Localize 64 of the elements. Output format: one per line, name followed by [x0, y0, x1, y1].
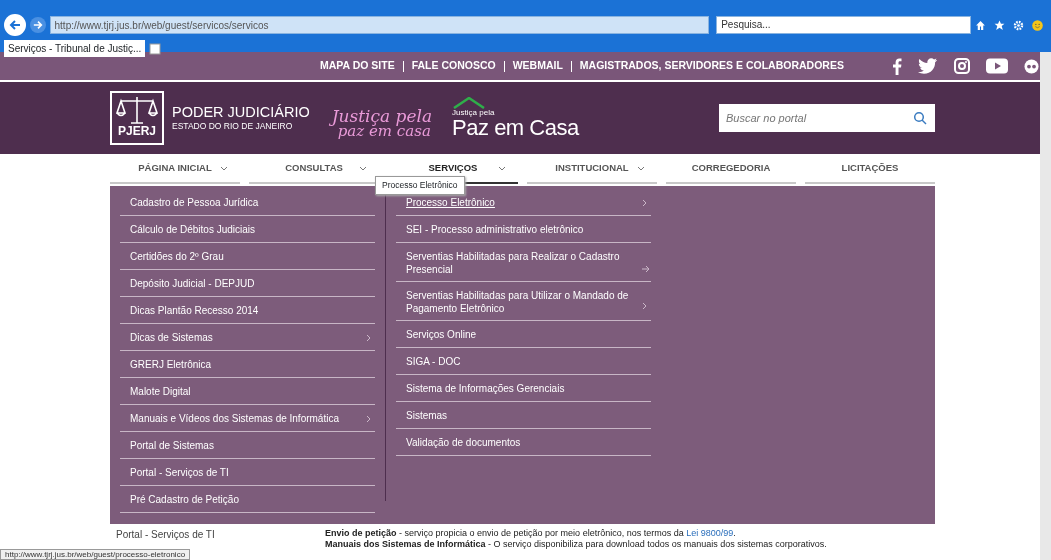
peace-logo: Justiça pela Paz em Casa	[452, 97, 579, 139]
two-dots-icon[interactable]	[1023, 58, 1039, 74]
menu-item[interactable]: Certidões do 2º Grau	[120, 243, 375, 270]
menu-item[interactable]: GRERJ Eletrônica	[120, 351, 375, 378]
top-link[interactable]: MAGISTRADOS, SERVIDORES E COLABORADORES	[579, 58, 844, 74]
menu-item[interactable]: SEI - Processo administrativo eletrônico	[396, 216, 651, 243]
settings-icon[interactable]	[1013, 19, 1024, 31]
campaign-logo: Justiça pela paz em casa	[331, 105, 433, 139]
menu-item[interactable]: Processo Eletrônico	[396, 189, 651, 216]
menu-item[interactable]: Sistema de Informações Gerenciais	[396, 375, 651, 402]
camera-icon[interactable]	[953, 58, 970, 74]
nav-tab[interactable]: PÁGINA INICIAL	[110, 154, 240, 184]
top-link[interactable]: FALE CONOSCO	[411, 58, 496, 74]
top-link[interactable]: WEBMAIL	[512, 58, 563, 74]
menu-item[interactable]: Dicas Plantão Recesso 2014	[120, 297, 375, 324]
menu-item[interactable]: Sistemas	[396, 402, 651, 429]
address-text: http://www.tjrj.jus.br/web/guest/servicos/servicos	[54, 18, 269, 33]
tooltip: Processo Eletrônico	[375, 176, 465, 195]
menu-item[interactable]: Portal - Serviços de TI	[120, 459, 375, 486]
forward-button[interactable]	[29, 17, 46, 33]
portal-search-field[interactable]: Buscar no portal	[719, 104, 935, 132]
site-subtitle: ESTADO DO RIO DE JANEIRO	[172, 119, 294, 133]
new-tab-icon[interactable]	[149, 42, 162, 55]
star-icon[interactable]	[994, 19, 1005, 31]
menu-item[interactable]: Depósito Judicial - DEPJUD	[120, 270, 375, 297]
search-icon[interactable]	[913, 111, 927, 125]
menu-item[interactable]: Cálculo de Débitos Judiciais	[120, 216, 375, 243]
scrollbar[interactable]	[1040, 52, 1051, 560]
scales-icon	[115, 95, 159, 125]
bird-icon[interactable]	[917, 58, 938, 74]
tab-title: Serviços - Tribunal de Justiç...	[8, 42, 142, 56]
nav-tab[interactable]: LICITAÇÕES	[805, 154, 935, 184]
back-button[interactable]	[4, 14, 26, 36]
nav-tab[interactable]: CORREGEDORIA	[666, 154, 796, 184]
letter-f-icon[interactable]	[891, 57, 902, 75]
menu-item[interactable]: Validação de documentos	[396, 429, 651, 456]
menu-item[interactable]: Malote Digital	[120, 378, 375, 405]
site-title: PODER JUDICIÁRIO	[172, 103, 310, 120]
nav-tab[interactable]: INSTITUCIONAL	[527, 154, 657, 184]
paragraph: Manuais dos Sistemas de Informática - O serviço disponibiliza para download todos os manuais dos sistemas corporativos.	[325, 539, 827, 550]
search-placeholder: Pesquisa...	[721, 19, 771, 30]
menu-item[interactable]: Manuais e Vídeos dos Sistemas de Informática	[120, 405, 375, 432]
status-url: http://www.tjrj.jus.br/web/guest/processo-eletronico	[0, 549, 191, 560]
address-field[interactable]: http://www.tjrj.jus.br/web/guest/servicos/servicos	[49, 16, 710, 34]
menu-item[interactable]: Cadastro de Pessoa Jurídica	[120, 189, 375, 216]
right-arrow-icon	[642, 265, 650, 273]
menu-item[interactable]: Pré Cadastro de Petição	[120, 486, 375, 513]
menu-item[interactable]: Portal de Sistemas	[120, 432, 375, 459]
search-field[interactable]: Pesquisa...	[716, 16, 971, 34]
side-link[interactable]: Portal - Serviços de TI	[116, 529, 215, 540]
menu-item[interactable]: Dicas de Sistemas	[120, 324, 375, 351]
browser-tab[interactable]: Serviços - Tribunal de Justiç...	[4, 40, 146, 57]
menu-item[interactable]: Serviços Online	[396, 321, 651, 348]
home-icon[interactable]	[975, 19, 986, 31]
menu-item[interactable]: SIGA - DOC	[396, 348, 651, 375]
smiley-icon[interactable]	[1032, 19, 1043, 31]
left-arrow-icon	[8, 19, 21, 31]
top-link[interactable]: MAPA DO SITE	[320, 58, 395, 74]
menu-item[interactable]: Serventias Habilitadas para Utilizar o Mandado de Pagamento Eletrônico	[396, 282, 651, 321]
logo-text: PJERJ	[118, 125, 156, 137]
paragraph: Envio de petição - serviço propicia o envio de petição por meio eletrônico, nos termos da Lei 9800/99.	[325, 528, 737, 539]
menu-item[interactable]: Serventias Habilitadas para Realizar o Cadastro Presencial	[396, 243, 651, 282]
play-icon[interactable]	[985, 58, 1008, 74]
right-arrow-icon	[32, 20, 43, 30]
